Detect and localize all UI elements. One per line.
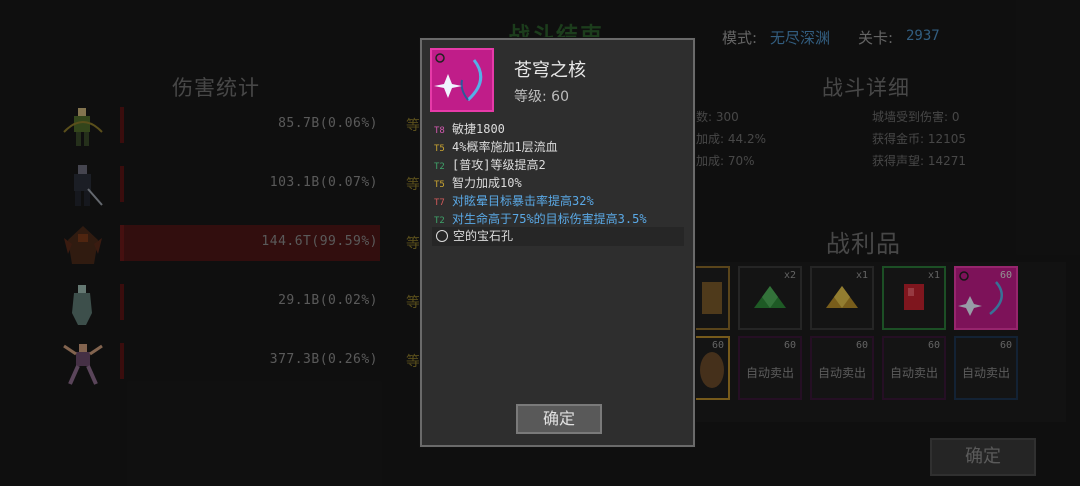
- affix-text: 敏捷1800: [452, 122, 505, 136]
- affix-text: 对眩晕目标暴击率提高32%: [452, 194, 594, 208]
- affix-line: T8 敏捷1800: [434, 120, 684, 138]
- affix-line: T5 4%概率施加1层流血: [434, 138, 684, 156]
- gem-socket-label: 空的宝石孔: [453, 229, 514, 243]
- amulet-icon: [434, 53, 483, 102]
- affix-text: 对生命高于75%的目标伤害提高3.5%: [452, 212, 647, 226]
- empty-socket-icon: [436, 230, 448, 242]
- item-icon: [430, 48, 494, 112]
- item-name: 苍穹之核: [514, 60, 586, 81]
- affix-line: T5 智力加成10%: [434, 174, 684, 192]
- affix-line: T7 对眩晕目标暴击率提高32%: [434, 192, 684, 210]
- tooltip-confirm-button[interactable]: 确定: [516, 404, 602, 434]
- affix-line: T2 对生命高于75%的目标伤害提高3.5%: [434, 210, 684, 228]
- affix-text: [普攻]等级提高2: [452, 158, 546, 172]
- affix-list: T8 敏捷1800 T5 4%概率施加1层流血 T2 [普攻]等级提高2 T5 智力加成…: [434, 120, 684, 228]
- affix-text: 4%概率施加1层流血: [452, 140, 558, 154]
- gem-socket-row: 空的宝石孔: [432, 227, 684, 246]
- affix-text: 智力加成10%: [452, 176, 522, 190]
- affix-line: T2 [普攻]等级提高2: [434, 156, 684, 174]
- item-tooltip: 苍穹之核 等级: 60 T8 敏捷1800 T5 4%概率施加1层流血 T2 [普攻]…: [420, 38, 695, 447]
- item-level: 等级: 60: [514, 89, 569, 105]
